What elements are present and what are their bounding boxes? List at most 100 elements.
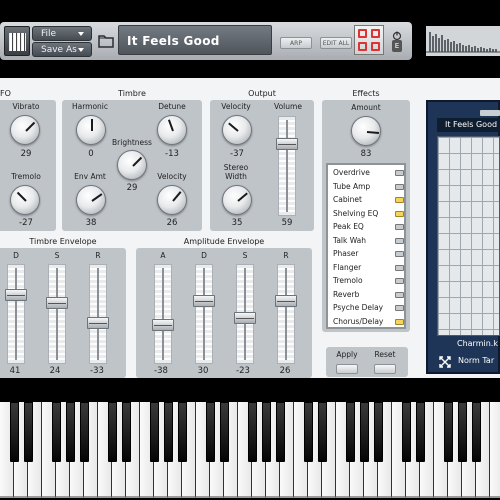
fader-handle[interactable] [152,319,174,331]
expand-icon[interactable] [438,354,452,368]
effect-toggle-led[interactable] [395,318,404,325]
effect-toggle-led[interactable] [395,183,404,190]
volume-label: Volume [274,102,302,111]
stereo-width-knob[interactable] [222,185,252,215]
chevron-down-icon [78,48,84,52]
tremolo-knob[interactable] [10,185,40,215]
fx-display-footer: Charmin.k [457,339,498,348]
effect-name: Peak EQ [333,222,364,231]
black-key[interactable] [247,402,257,462]
power-icon[interactable] [392,26,402,41]
white-key[interactable] [490,402,500,498]
effect-item-chorus-delay[interactable]: Chorus/Delay [330,316,404,328]
effect-item-peak-eq[interactable]: Peak EQ [330,221,404,233]
effect-toggle-led[interactable] [395,278,404,284]
black-key[interactable] [261,402,271,462]
harmonic-knob[interactable] [76,115,106,145]
amp-env-r-fader[interactable] [275,264,297,364]
effect-toggle-led[interactable] [395,210,404,217]
effect-item-cabinet[interactable]: Cabinet [330,194,404,206]
effect-item-talk-wah[interactable]: Talk Wah [330,235,404,247]
black-key[interactable] [79,402,89,462]
black-key[interactable] [471,402,481,462]
arp-button[interactable]: ARP [280,37,312,49]
amp-env-a-fader[interactable] [152,264,174,364]
black-key[interactable] [373,402,383,462]
amp-env-d-fader[interactable] [193,264,215,364]
keyboard-view-button[interactable] [4,26,30,56]
black-key[interactable] [163,402,173,462]
volume-fader-handle[interactable] [276,138,298,150]
effect-item-flanger[interactable]: Flanger [330,262,404,274]
save-as-button[interactable]: Save As [32,42,92,57]
piano-keyboard[interactable] [0,402,500,500]
effect-name: Talk Wah [333,235,367,245]
black-key[interactable] [443,402,453,462]
effect-toggle-led[interactable] [395,237,404,244]
output-velocity-knob[interactable] [222,115,252,145]
file-menu-button[interactable]: File [32,26,92,41]
edit-all-button[interactable]: EDIT ALL [320,37,352,49]
black-key[interactable] [401,402,411,462]
black-key[interactable] [65,402,75,462]
instrument-name-field[interactable]: It Feels Good [118,25,272,55]
timbre-env-s-fader[interactable] [46,264,68,364]
amp-env-s-fader[interactable] [234,264,256,364]
effect-item-phaser[interactable]: Phaser [330,248,404,260]
fader-handle[interactable] [46,297,68,309]
amount-knob[interactable] [351,116,381,146]
effect-item-reverb[interactable]: Reverb [330,289,404,301]
black-key[interactable] [205,402,215,462]
fader-handle[interactable] [5,289,27,301]
effect-item-shelving-eq[interactable]: Shelving EQ [330,208,404,220]
fader-handle[interactable] [275,295,297,307]
black-key[interactable] [219,402,229,462]
effect-toggle-led[interactable] [395,170,404,176]
effect-toggle-led[interactable] [395,251,404,257]
reset-button[interactable] [374,364,396,374]
brightness-knob[interactable] [117,150,147,180]
black-key[interactable] [317,402,327,462]
vibrato-knob[interactable] [10,115,40,145]
effect-toggle-led[interactable] [395,197,404,203]
black-key[interactable] [107,402,117,462]
waveform-meter [426,26,500,56]
timbre-env-r-fader[interactable] [87,264,109,364]
black-key[interactable] [345,402,355,462]
display-scroll-handle[interactable] [480,110,500,116]
effect-toggle-led[interactable] [395,264,404,271]
black-key[interactable] [51,402,61,462]
effect-toggle-led[interactable] [395,224,404,230]
black-key[interactable] [415,402,425,462]
expert-button[interactable]: E [392,40,402,52]
timbre-velocity-knob[interactable] [157,185,187,215]
detune-knob[interactable] [157,115,187,145]
env-amt-knob[interactable] [76,185,106,215]
black-key[interactable] [359,402,369,462]
black-key[interactable] [177,402,187,462]
black-key[interactable] [275,402,285,462]
black-key[interactable] [23,402,33,462]
apply-button[interactable] [336,364,358,374]
fader-handle[interactable] [87,317,109,329]
black-key[interactable] [457,402,467,462]
effect-item-overdrive[interactable]: Overdrive [330,167,404,179]
effect-item-tremolo[interactable]: Tremolo [330,275,404,287]
effect-toggle-led[interactable] [395,291,404,298]
fader-handle[interactable] [193,295,215,307]
black-key[interactable] [303,402,313,462]
effect-item-tube-amp[interactable]: Tube Amp [330,181,404,193]
fx-xy-grid[interactable] [437,136,500,336]
fader-handle[interactable] [234,312,256,324]
folder-icon[interactable] [96,25,116,55]
routing-grid-icon[interactable] [354,25,384,55]
norm-target-label[interactable]: Norm Tar [458,355,500,367]
timbre-env-d-fader[interactable] [5,264,27,364]
volume-fader[interactable] [276,116,298,216]
effect-toggle-led[interactable] [395,305,404,311]
black-key[interactable] [121,402,131,462]
black-key[interactable] [149,402,159,462]
effect-item-psyche-delay[interactable]: Psyche Delay [330,302,404,314]
black-key[interactable] [9,402,19,462]
lfo-section-title: FO [0,89,11,98]
